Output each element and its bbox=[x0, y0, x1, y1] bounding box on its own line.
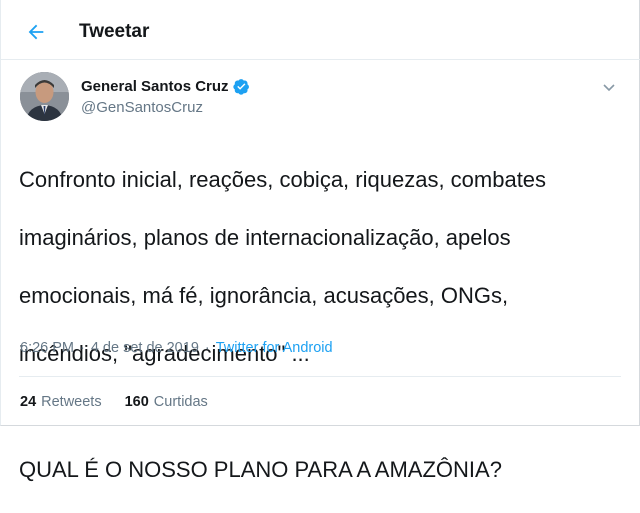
meta-separator: · bbox=[80, 340, 85, 356]
author-name-row[interactable]: General Santos Cruz bbox=[81, 78, 250, 95]
page-title: Tweetar bbox=[79, 21, 150, 42]
retweets-stat[interactable]: 24 Retweets bbox=[20, 394, 102, 410]
retweets-count: 24 bbox=[20, 394, 37, 410]
tweet-line: QUAL É O NOSSO PLANO PARA A AMAZÔNIA? bbox=[19, 457, 502, 482]
likes-count: 160 bbox=[124, 394, 149, 410]
avatar[interactable] bbox=[20, 72, 69, 121]
back-button[interactable] bbox=[22, 18, 50, 46]
likes-label: Curtidas bbox=[153, 394, 208, 410]
author-handle[interactable]: @GenSantosCruz bbox=[81, 99, 203, 116]
tweet-meta: 6:26 PM · 4 de set de 2019 · Twitter for… bbox=[20, 340, 333, 356]
meta-separator: · bbox=[204, 340, 210, 356]
tweet-date[interactable]: 4 de set de 2019 bbox=[91, 340, 199, 356]
tweet-text: Confronto inicial, reações, cobiça, riqu… bbox=[19, 136, 619, 513]
retweets-label: Retweets bbox=[41, 394, 102, 410]
divider bbox=[19, 376, 621, 377]
likes-stat[interactable]: 160 Curtidas bbox=[125, 394, 208, 410]
chevron-down-icon[interactable] bbox=[601, 79, 617, 95]
author-display-name[interactable]: General Santos Cruz bbox=[81, 78, 229, 95]
tweet-line: imaginários, planos de internacionalizaç… bbox=[19, 225, 511, 250]
tweet-line: emocionais, má fé, ignorância, acusações… bbox=[19, 283, 509, 308]
tweet-source-link[interactable]: Twitter for Android bbox=[216, 340, 333, 356]
verified-badge-icon bbox=[232, 79, 249, 95]
page-header: Tweetar bbox=[0, 0, 640, 60]
arrow-left-icon bbox=[28, 24, 44, 40]
tweet-line: Confronto inicial, reações, cobiça, riqu… bbox=[19, 167, 547, 192]
tweet-stats: 24 Retweets 160 Curtidas bbox=[20, 394, 208, 410]
avatar-photo bbox=[20, 72, 69, 121]
tweet-time[interactable]: 6:26 PM bbox=[20, 340, 74, 356]
